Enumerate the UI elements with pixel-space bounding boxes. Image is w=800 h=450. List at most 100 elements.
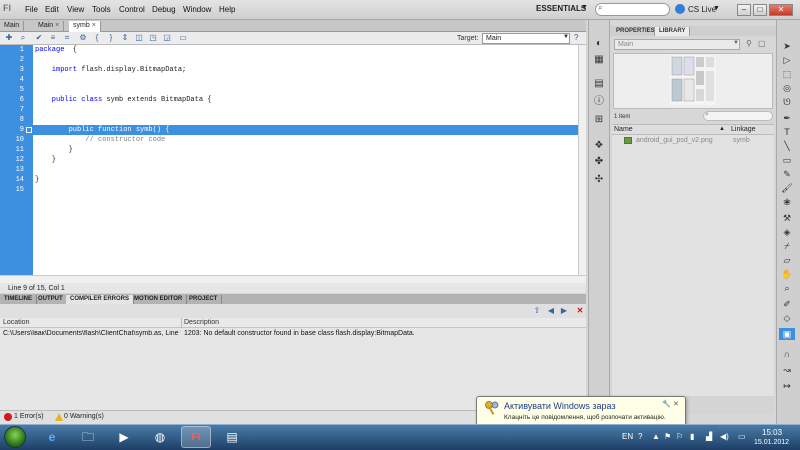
- close-icon[interactable]: ✕: [673, 400, 679, 408]
- close-icon[interactable]: ×: [55, 22, 59, 29]
- minimize-button[interactable]: –: [737, 4, 751, 16]
- code-line[interactable]: public class symb extends BitmapData {: [35, 96, 212, 104]
- menu-edit[interactable]: Edit: [45, 5, 59, 14]
- tab-symb[interactable]: symb ×: [69, 21, 101, 32]
- text-tool-icon[interactable]: T: [779, 126, 795, 138]
- hand-tool-icon[interactable]: ✋: [779, 268, 795, 280]
- check-syntax-icon[interactable]: ✔: [34, 33, 44, 43]
- uncomment-icon[interactable]: ◲: [162, 33, 172, 43]
- fill-color-icon[interactable]: ◇: [779, 312, 795, 324]
- clock-date[interactable]: 15.01.2012: [754, 439, 789, 446]
- media-player-icon[interactable]: ▶: [109, 426, 139, 448]
- code-line[interactable]: }: [35, 176, 39, 184]
- menu-window[interactable]: Window: [183, 5, 211, 14]
- tab-output[interactable]: OUTPUT: [34, 295, 68, 304]
- workspace-switcher[interactable]: ESSENTIALS: [536, 4, 586, 13]
- tab-main-1[interactable]: Main: [0, 21, 25, 32]
- swap-colors-icon[interactable]: ▣: [779, 328, 795, 340]
- eraser-icon[interactable]: ▱: [779, 254, 795, 266]
- column-divider[interactable]: [181, 318, 182, 328]
- selection-tool-icon[interactable]: ➤: [779, 40, 795, 52]
- editor-horizontal-scrollbar[interactable]: [0, 275, 586, 283]
- components-icon[interactable]: ✤: [592, 156, 606, 168]
- smooth-icon[interactable]: ↝: [779, 364, 795, 376]
- pencil-tool-icon[interactable]: ✎: [779, 168, 795, 180]
- debug-options-icon[interactable]: ⚙: [78, 33, 88, 43]
- target-select[interactable]: Main: [482, 33, 570, 44]
- stroke-color-icon[interactable]: ✐: [779, 298, 795, 310]
- tab-compiler-errors[interactable]: COMPILER ERRORS: [66, 295, 135, 304]
- menu-help[interactable]: Help: [219, 5, 235, 14]
- eyedropper-icon[interactable]: ⌿: [779, 240, 795, 252]
- code-hint-icon[interactable]: ⌗: [62, 33, 72, 43]
- error-location[interactable]: C:\Users\Івак\Documents\flash\ClientChat…: [3, 330, 181, 337]
- show-hide-toolbox-icon[interactable]: ▭: [178, 33, 188, 43]
- library-item-name[interactable]: android_gui_psd_v2.png: [636, 137, 713, 144]
- help-search-input[interactable]: [606, 4, 664, 15]
- library-document-select[interactable]: Main: [614, 39, 740, 50]
- motion-presets-icon[interactable]: ✣: [592, 174, 606, 186]
- clock-time[interactable]: 15:03: [762, 428, 782, 437]
- file-explorer-icon[interactable]: 🗀: [73, 426, 103, 448]
- signal-icon[interactable]: ▟: [706, 432, 712, 441]
- battery-icon[interactable]: ▮: [690, 432, 694, 441]
- internet-explorer-icon[interactable]: e: [37, 426, 67, 448]
- expand-all-icon[interactable]: ⇕: [120, 33, 130, 43]
- menu-debug[interactable]: Debug: [152, 5, 176, 14]
- 3d-rotation-icon[interactable]: ◎: [779, 82, 795, 94]
- library-search-input[interactable]: [703, 111, 773, 121]
- clear-errors-icon[interactable]: ✕: [575, 306, 585, 316]
- display-icon[interactable]: ▭: [738, 432, 746, 441]
- flash-app-icon[interactable]: Fl: [181, 426, 211, 448]
- start-button[interactable]: [4, 426, 26, 448]
- code-line[interactable]: package {: [35, 46, 77, 54]
- code-line[interactable]: }: [35, 146, 73, 154]
- color-icon[interactable]: ◐: [592, 38, 606, 50]
- tray-chevron-icon[interactable]: ▲: [652, 432, 660, 441]
- code-line[interactable]: import flash.display.BitmapData;: [35, 66, 186, 74]
- tab-motion-editor[interactable]: MOTION EDITOR: [130, 295, 188, 304]
- volume-icon[interactable]: ◀): [720, 432, 729, 441]
- close-icon[interactable]: ×: [92, 22, 96, 29]
- lasso-icon[interactable]: ᘎ: [779, 96, 795, 108]
- menu-view[interactable]: View: [67, 5, 84, 14]
- comment-block-icon[interactable]: ◫: [134, 33, 144, 43]
- code-line[interactable]: public function symb() {: [35, 126, 170, 134]
- go-to-source-icon[interactable]: ⇧: [532, 306, 542, 316]
- next-error-icon[interactable]: ▶: [559, 306, 569, 316]
- help-icon[interactable]: ?: [574, 33, 578, 42]
- column-description[interactable]: Description: [184, 319, 219, 326]
- code-line[interactable]: // constructor code: [35, 136, 165, 144]
- fold-marker-icon[interactable]: [26, 127, 32, 133]
- app-window-icon[interactable]: ▤: [217, 426, 247, 448]
- column-name[interactable]: Name: [614, 126, 633, 133]
- collapse-selection-icon[interactable]: }: [106, 33, 116, 43]
- menu-file[interactable]: File: [25, 5, 38, 14]
- language-indicator[interactable]: EN: [622, 432, 633, 441]
- straighten-icon[interactable]: ↦: [779, 380, 795, 392]
- tab-properties[interactable]: PROPERTIES: [612, 27, 659, 36]
- chevron-down-icon[interactable]: ▼: [733, 40, 739, 46]
- comment-line-icon[interactable]: ◳: [148, 33, 158, 43]
- info-icon[interactable]: ⓘ: [592, 96, 606, 108]
- align-icon[interactable]: ▤: [592, 78, 606, 90]
- rectangle-tool-icon[interactable]: ▭: [779, 154, 795, 166]
- tab-timeline[interactable]: TIMELINE: [0, 295, 37, 304]
- add-statement-icon[interactable]: ✚: [4, 33, 14, 43]
- brush-tool-icon[interactable]: 🖌: [779, 182, 795, 194]
- close-window-button[interactable]: ✕: [769, 4, 793, 16]
- library-item-linkage[interactable]: symb: [733, 137, 750, 144]
- menu-tools[interactable]: Tools: [92, 5, 111, 14]
- sort-icon[interactable]: ▲: [719, 126, 725, 132]
- editor-vertical-scrollbar[interactable]: [578, 45, 586, 275]
- help-search-field[interactable]: [595, 3, 670, 16]
- maximize-button[interactable]: □: [753, 4, 767, 16]
- firefox-icon[interactable]: ◍: [145, 426, 175, 448]
- error-description[interactable]: 1203: No default constructor found in ba…: [184, 330, 415, 337]
- bone-tool-icon[interactable]: ⚒: [779, 212, 795, 224]
- zoom-tool-icon[interactable]: ⌕: [779, 282, 795, 294]
- code-snippets-icon[interactable]: ❖: [592, 140, 606, 152]
- collapse-icon[interactable]: {: [92, 33, 102, 43]
- column-location[interactable]: Location: [3, 319, 29, 326]
- network-icon[interactable]: ⚑: [664, 432, 671, 441]
